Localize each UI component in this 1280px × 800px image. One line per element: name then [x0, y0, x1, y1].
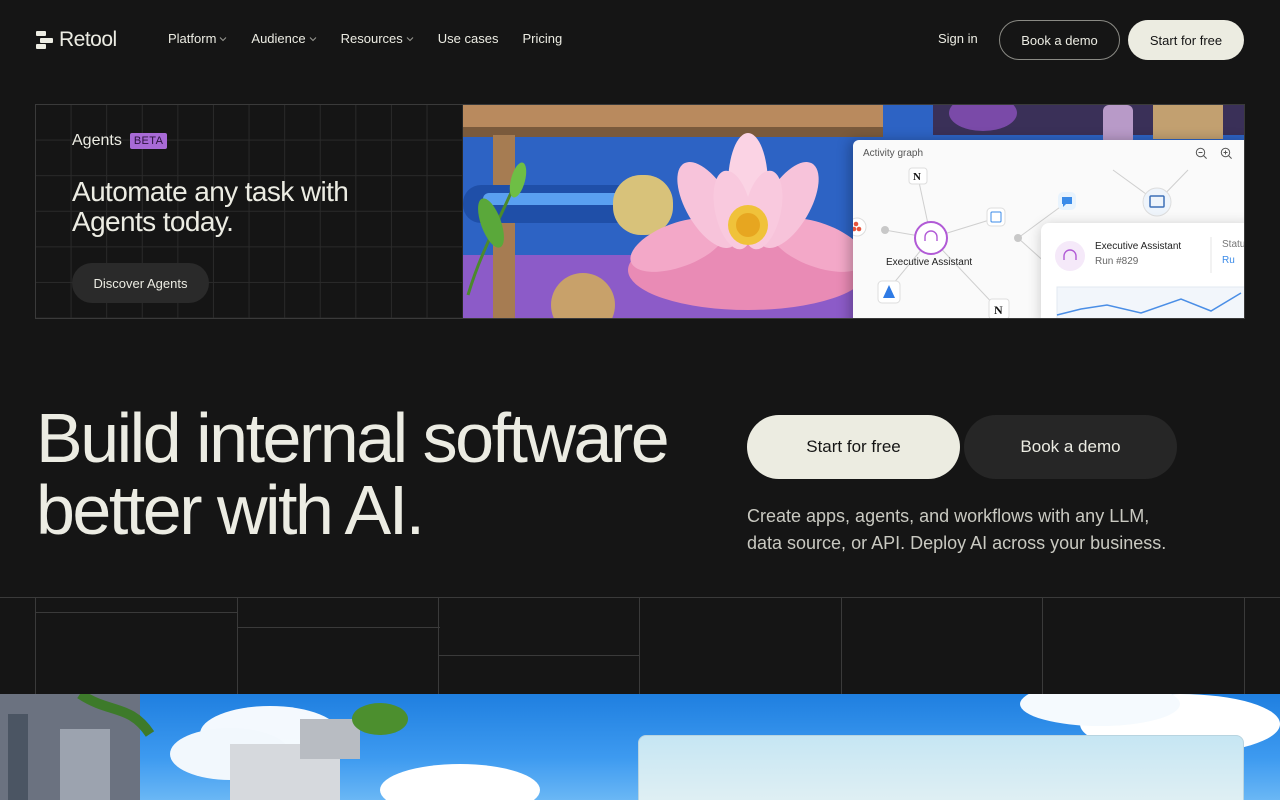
- exec-card-status-value: Ru: [1222, 255, 1235, 266]
- nav-audience-label: Audience: [251, 31, 306, 46]
- svg-text:N: N: [994, 303, 1003, 317]
- chevron-down-icon: [309, 36, 316, 41]
- grid-cell: [639, 598, 841, 695]
- sky-illustration: [0, 694, 1280, 800]
- book-demo-button[interactable]: Book a demo: [999, 20, 1120, 60]
- logo-text: Retool: [59, 28, 117, 51]
- exec-card-title: Executive Assistant: [1095, 241, 1182, 252]
- grid-cell: [438, 598, 640, 695]
- banner-title: Automate any task with Agents today.: [72, 176, 349, 237]
- discover-agents-button[interactable]: Discover Agents: [72, 263, 209, 303]
- grid-cell: [841, 598, 1043, 695]
- banner-kicker: Agents BETA: [72, 132, 168, 150]
- hero-subtitle: Create apps, agents, and workflows with …: [747, 506, 1167, 553]
- grid-cell: [1244, 598, 1280, 695]
- grid-cell: [35, 598, 238, 695]
- grid-cell: [237, 598, 440, 695]
- grid-cell: [1042, 598, 1244, 695]
- retool-logo-mark: [36, 31, 53, 49]
- hero-book-demo-button[interactable]: Book a demo: [964, 415, 1177, 479]
- hero-title: Build internal software better with AI.: [36, 399, 670, 549]
- nav-platform-label: Platform: [168, 31, 217, 46]
- banner-text-panel: Agents BETA Automate any task with Agent…: [36, 105, 463, 318]
- nav-audience[interactable]: Audience: [251, 31, 316, 46]
- retool-logo[interactable]: Retool: [36, 28, 117, 52]
- executive-assistant-node-label: Executive Assistant: [886, 257, 973, 268]
- nav-platform[interactable]: Platform: [168, 31, 227, 46]
- start-free-button[interactable]: Start for free: [1128, 20, 1244, 60]
- agents-label: Agents: [72, 132, 122, 149]
- executive-assistant-avatar: [1055, 237, 1244, 318]
- agents-banner[interactable]: Agents BETA Automate any task with Agent…: [35, 104, 1245, 319]
- nav-resources[interactable]: Resources: [341, 31, 414, 46]
- chevron-down-icon: [406, 36, 414, 41]
- nav-use-cases-label: Use cases: [437, 31, 499, 46]
- exec-card-run: Run #829: [1095, 256, 1139, 267]
- nav-pricing[interactable]: Pricing: [522, 31, 562, 46]
- exec-card-status-label: Statu: [1222, 239, 1245, 250]
- svg-text:N: N: [913, 171, 921, 183]
- nav-pricing-label: Pricing: [522, 31, 563, 46]
- executive-assistant-card[interactable]: Executive Assistant Run #829 Statu Ru: [1041, 223, 1245, 318]
- agents-illustration: Activity graph N N Executive Assistant E…: [463, 105, 1245, 318]
- top-nav: Retool Platform Audience Resources Use c…: [0, 0, 1280, 80]
- sign-in-link[interactable]: Sign in: [938, 31, 978, 46]
- nav-use-cases[interactable]: Use cases: [438, 31, 499, 46]
- hero-start-free-button[interactable]: Start for free: [747, 415, 960, 479]
- chevron-down-icon: [220, 36, 227, 41]
- product-preview-card: [638, 735, 1244, 800]
- decorative-grid: [0, 597, 1280, 695]
- nav-links: Platform Audience Resources Use cases Pr…: [168, 31, 562, 46]
- beta-badge: BETA: [129, 133, 168, 149]
- nav-resources-label: Resources: [340, 31, 403, 46]
